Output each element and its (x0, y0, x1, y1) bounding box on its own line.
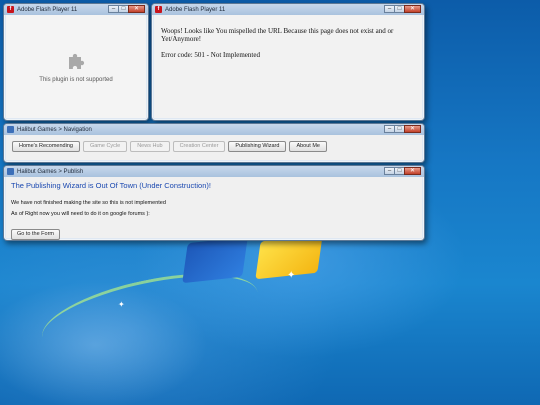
close-button[interactable]: ✕ (404, 5, 421, 13)
publish-window[interactable]: Halibut Games > Publish – □ ✕ The Publis… (3, 165, 425, 241)
publish-content: The Publishing Wizard is Out Of Town (Un… (6, 177, 422, 240)
halibut-app-icon (7, 126, 14, 133)
close-button[interactable]: ✕ (128, 5, 145, 13)
nav-news-hub-button: News Hub (130, 141, 170, 152)
window-title: Halibut Games > Publish (17, 168, 84, 175)
flash-icon: f (155, 6, 162, 13)
nav-homes-recomending-button[interactable]: Home's Recomending (12, 141, 80, 152)
flash-player-window-2[interactable]: f Adobe Flash Player 11 – □ ✕ Woops! Loo… (151, 3, 425, 121)
close-button[interactable]: ✕ (404, 167, 421, 175)
titlebar[interactable]: Halibut Games > Publish – □ ✕ (4, 166, 424, 177)
plugin-unsupported-message: This plugin is not supported (39, 76, 113, 83)
page-title: The Publishing Wizard is Out Of Town (Un… (11, 181, 211, 190)
navigation-window[interactable]: Halibut Games > Navigation – □ ✕ Home's … (3, 123, 425, 163)
titlebar[interactable]: f Adobe Flash Player 11 – □ ✕ (4, 4, 148, 15)
google-forums-text: As of Right now you will need to do it o… (11, 211, 150, 217)
puzzle-piece-icon (69, 53, 85, 69)
window-title: Halibut Games > Navigation (17, 126, 92, 133)
window-title: Adobe Flash Player 11 (17, 6, 78, 13)
nav-creation-center-button: Creation Center (172, 141, 226, 152)
nav-publishing-wizard-button[interactable]: Publishing Wizard (228, 141, 287, 152)
sparkle-icon: ✦ (118, 300, 125, 309)
navigation-bar: Home's Recomending Game Cycle News Hub C… (6, 135, 422, 160)
titlebar[interactable]: Halibut Games > Navigation – □ ✕ (4, 124, 424, 135)
sparkle-icon: ✦ (287, 270, 296, 281)
flash-player-window-1[interactable]: f Adobe Flash Player 11 – □ ✕ This plugi… (3, 3, 149, 121)
plugin-content: This plugin is not supported (6, 15, 146, 118)
error-content: Woops! Looks like You mispelled the URL … (154, 15, 422, 118)
halibut-app-icon (7, 168, 14, 175)
error-message: Woops! Looks like You mispelled the URL … (161, 27, 394, 43)
flash-icon: f (7, 6, 14, 13)
not-implemented-text: We have not finished making the site so … (11, 200, 166, 206)
nav-game-cycle-button: Game Cycle (82, 141, 128, 152)
error-code: Error code: 501 - Not Implemented (161, 51, 260, 59)
go-to-form-button[interactable]: Go to the Form (11, 229, 60, 240)
close-button[interactable]: ✕ (404, 125, 421, 133)
window-title: Adobe Flash Player 11 (165, 6, 226, 13)
nav-about-me-button[interactable]: About Me (289, 141, 327, 152)
titlebar[interactable]: f Adobe Flash Player 11 – □ ✕ (152, 4, 424, 15)
wallpaper-logo-blue-pane (182, 236, 248, 284)
